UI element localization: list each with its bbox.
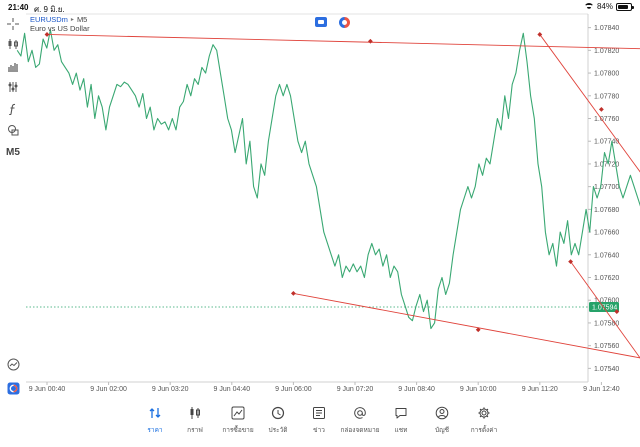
chart-mode-icon[interactable] (339, 17, 350, 28)
trendline-anchor[interactable] (367, 38, 373, 44)
nav-item-4[interactable]: ประวัติ (256, 406, 300, 444)
chart-candles-icon (188, 406, 202, 420)
time-tick-label: 9 Jun 12:40 (583, 386, 620, 393)
bar-type-icon[interactable] (4, 36, 22, 52)
price-tick-label: 1.07740 (594, 139, 619, 146)
nav-label: ข่าว (313, 426, 325, 434)
left-toolbar: M5 (0, 14, 26, 404)
nav-label: ราคา (147, 426, 163, 434)
news-icon (312, 406, 326, 420)
symbol-timeframe[interactable]: M5 (77, 15, 87, 24)
mailbox-at-icon (353, 406, 367, 420)
one-click-trading-icon[interactable] (315, 17, 327, 27)
nav-label: ประวัติ (268, 426, 288, 434)
nav-item-7[interactable]: แชท (379, 406, 423, 444)
price-tick-label: 1.07700 (594, 184, 619, 191)
bottom-navigation: ราคา กราฟ การซื้อขาย ประวัติ ข่าว กล่องจดหมาย… (0, 404, 640, 447)
trendline[interactable] (539, 34, 640, 182)
trendline[interactable] (46, 33, 640, 50)
nav-item-8[interactable]: บัญชี (420, 406, 464, 444)
time-tick-label: 9 Jun 07:20 (337, 386, 374, 393)
time-tick-label: 9 Jun 10:00 (460, 386, 497, 393)
history-clock-icon (271, 406, 285, 420)
account-user-icon (435, 406, 449, 420)
nav-label: การตั้งค่า (470, 426, 498, 434)
price-tick-label: 1.07820 (594, 48, 619, 55)
trade-chart-icon (231, 406, 245, 420)
time-tick-label: 9 Jun 03:20 (152, 386, 189, 393)
time-tick-label: 9 Jun 08:40 (398, 386, 435, 393)
app-logo-icon[interactable] (4, 380, 22, 396)
trade-history-icon[interactable] (4, 356, 22, 372)
mt5-app: 21:40 ศ. 9 มิ.ย. 84% 1.07840 1.07820 1.078… (0, 0, 640, 447)
price-series-line (16, 29, 640, 330)
price-tick-label: 1.07660 (594, 230, 619, 237)
time-tick-label: 9 Jun 11:20 (522, 386, 558, 393)
trendline-anchor[interactable] (598, 107, 604, 112)
trendline-anchor[interactable] (290, 291, 296, 296)
time-tick-label: 9 Jun 02:00 (90, 386, 127, 393)
nav-label: กล่องจดหมาย (340, 426, 380, 434)
nav-label: กราฟ (187, 426, 203, 434)
crosshair-icon[interactable] (4, 16, 22, 32)
nav-item-5[interactable]: ข่าว (297, 406, 341, 444)
shapes-icon[interactable] (4, 122, 22, 138)
nav-item-9[interactable]: การตั้งค่า (462, 406, 506, 444)
timeframe-button[interactable]: M5 (4, 144, 22, 160)
price-tick-label: 1.07780 (594, 93, 619, 100)
symbol-selector[interactable]: EURUSDm ▸ M5 (30, 15, 87, 24)
symbol-description: Euro vs US Dollar (30, 24, 90, 33)
time-tick-label: 9 Jun 06:00 (275, 386, 312, 393)
nav-label: การซื้อขาย (222, 426, 254, 434)
price-tick-label: 1.07840 (594, 25, 619, 32)
price-chart[interactable]: 1.07840 1.07820 1.07800 1.07780 1.07760 1.077… (0, 0, 640, 404)
nav-item-3[interactable]: การซื้อขาย (216, 406, 260, 444)
price-tick-label: 1.07640 (594, 252, 619, 259)
price-tick-label: 1.07680 (594, 207, 619, 214)
current-price-label: 1.07594 (592, 305, 617, 312)
time-tick-label: 9 Jun 04:40 (214, 386, 251, 393)
price-tick-label: 1.07620 (594, 275, 619, 282)
nav-item-2[interactable]: กราฟ (173, 406, 217, 444)
time-tick-label: 9 Jun 00:40 (29, 386, 66, 393)
settings-gear-icon (477, 406, 491, 420)
price-tick-label: 1.07760 (594, 116, 619, 123)
nav-label: แชท (394, 426, 408, 434)
quotes-arrows-icon (148, 406, 162, 420)
nav-item-1[interactable]: ราคา (133, 406, 177, 444)
price-tick-label: 1.07800 (594, 71, 619, 78)
indicators-icon[interactable] (4, 58, 22, 74)
chat-bubble-icon (394, 406, 408, 420)
chevron-right-icon: ▸ (70, 17, 74, 23)
symbol-name[interactable]: EURUSDm (30, 15, 68, 24)
nav-item-6[interactable]: กล่องจดหมาย (338, 406, 382, 444)
price-tick-label: 1.07560 (594, 343, 619, 350)
function-icon[interactable] (4, 101, 22, 117)
price-tick-label: 1.07540 (594, 366, 619, 373)
nav-label: บัญชี (434, 426, 450, 434)
objects-icon[interactable] (4, 79, 22, 95)
